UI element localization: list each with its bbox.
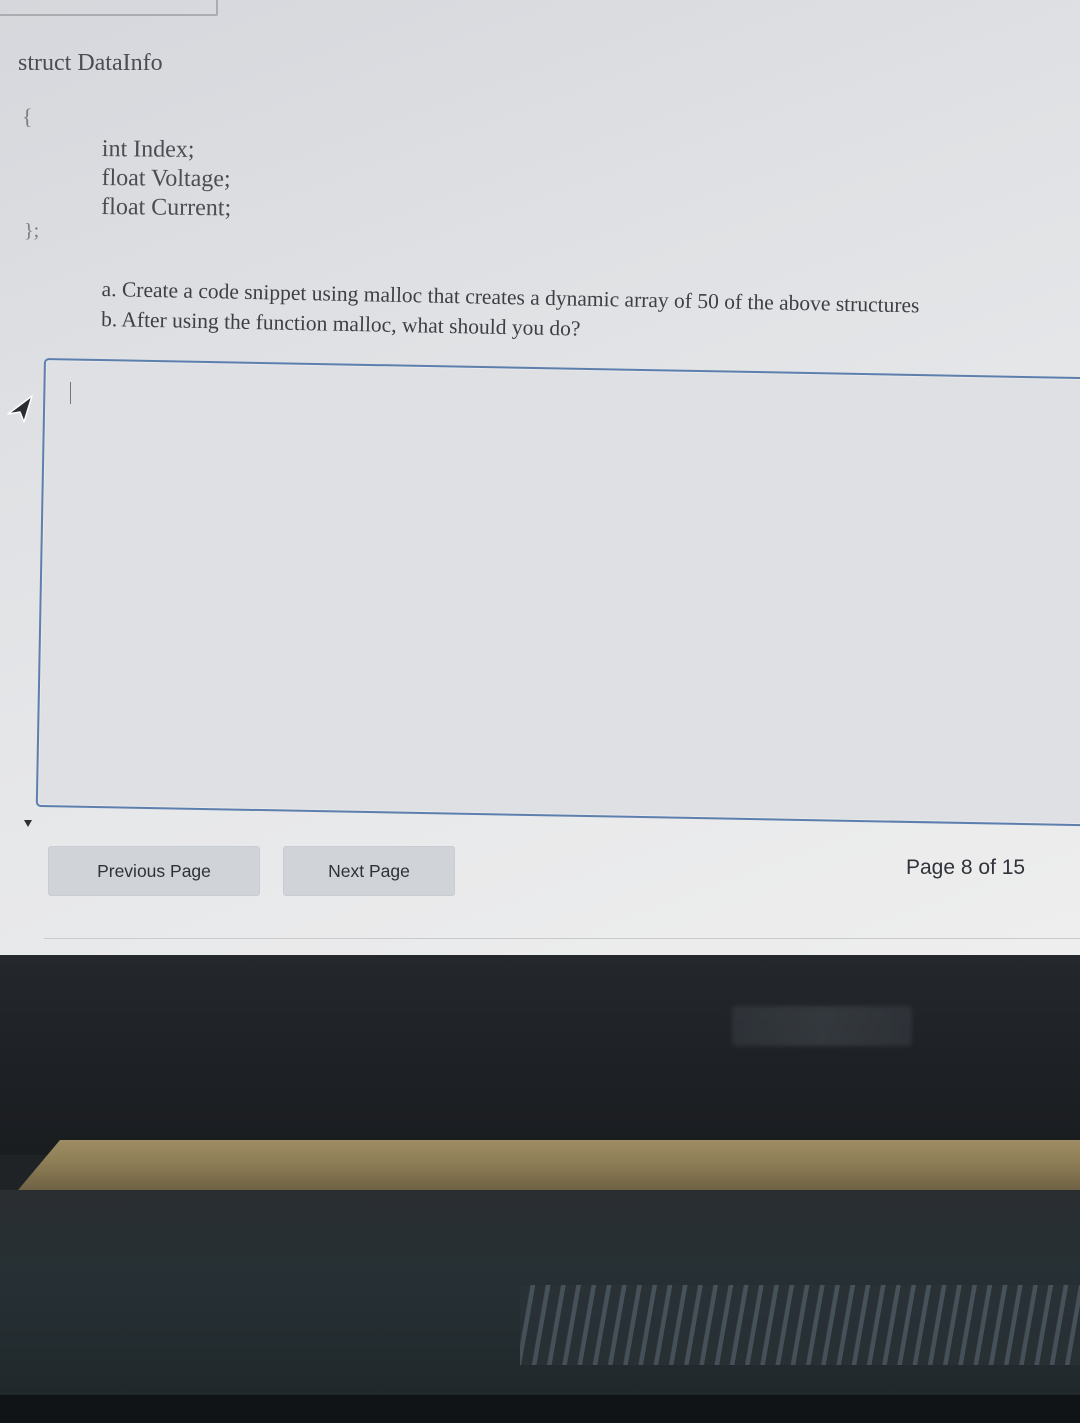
- text-caret: [70, 382, 71, 404]
- brace-close: };: [24, 220, 40, 242]
- brace-open: {: [22, 104, 33, 129]
- divider: [44, 938, 1080, 939]
- member-current: float Current;: [101, 193, 232, 222]
- laptop-hinge: [18, 1140, 1080, 1190]
- bezel-logo: [732, 1006, 912, 1046]
- struct-members: int Index; float Voltage; float Current;: [101, 135, 232, 223]
- question-text: a. Create a code snippet using malloc th…: [101, 274, 920, 350]
- laptop-bezel: [0, 955, 1080, 1155]
- previous-page-button[interactable]: Previous Page: [48, 846, 260, 896]
- member-voltage: float Voltage;: [101, 164, 231, 193]
- deck-edge: [0, 1395, 1080, 1423]
- answer-textarea[interactable]: [37, 360, 1080, 826]
- struct-title: struct DataInfo: [18, 50, 163, 76]
- page-indicator: Page 8 of 15: [906, 856, 1026, 879]
- member-index: int Index;: [101, 135, 195, 163]
- partial-frame: [0, 0, 218, 16]
- mouse-pointer-icon: [7, 395, 33, 423]
- next-page-button[interactable]: Next Page: [283, 846, 455, 896]
- answer-box[interactable]: [35, 358, 1080, 828]
- speaker-vent: [520, 1285, 1080, 1365]
- screen: struct DataInfo { int Index; float Volta…: [0, 0, 1080, 955]
- scroll-down-arrow-icon[interactable]: [24, 820, 32, 827]
